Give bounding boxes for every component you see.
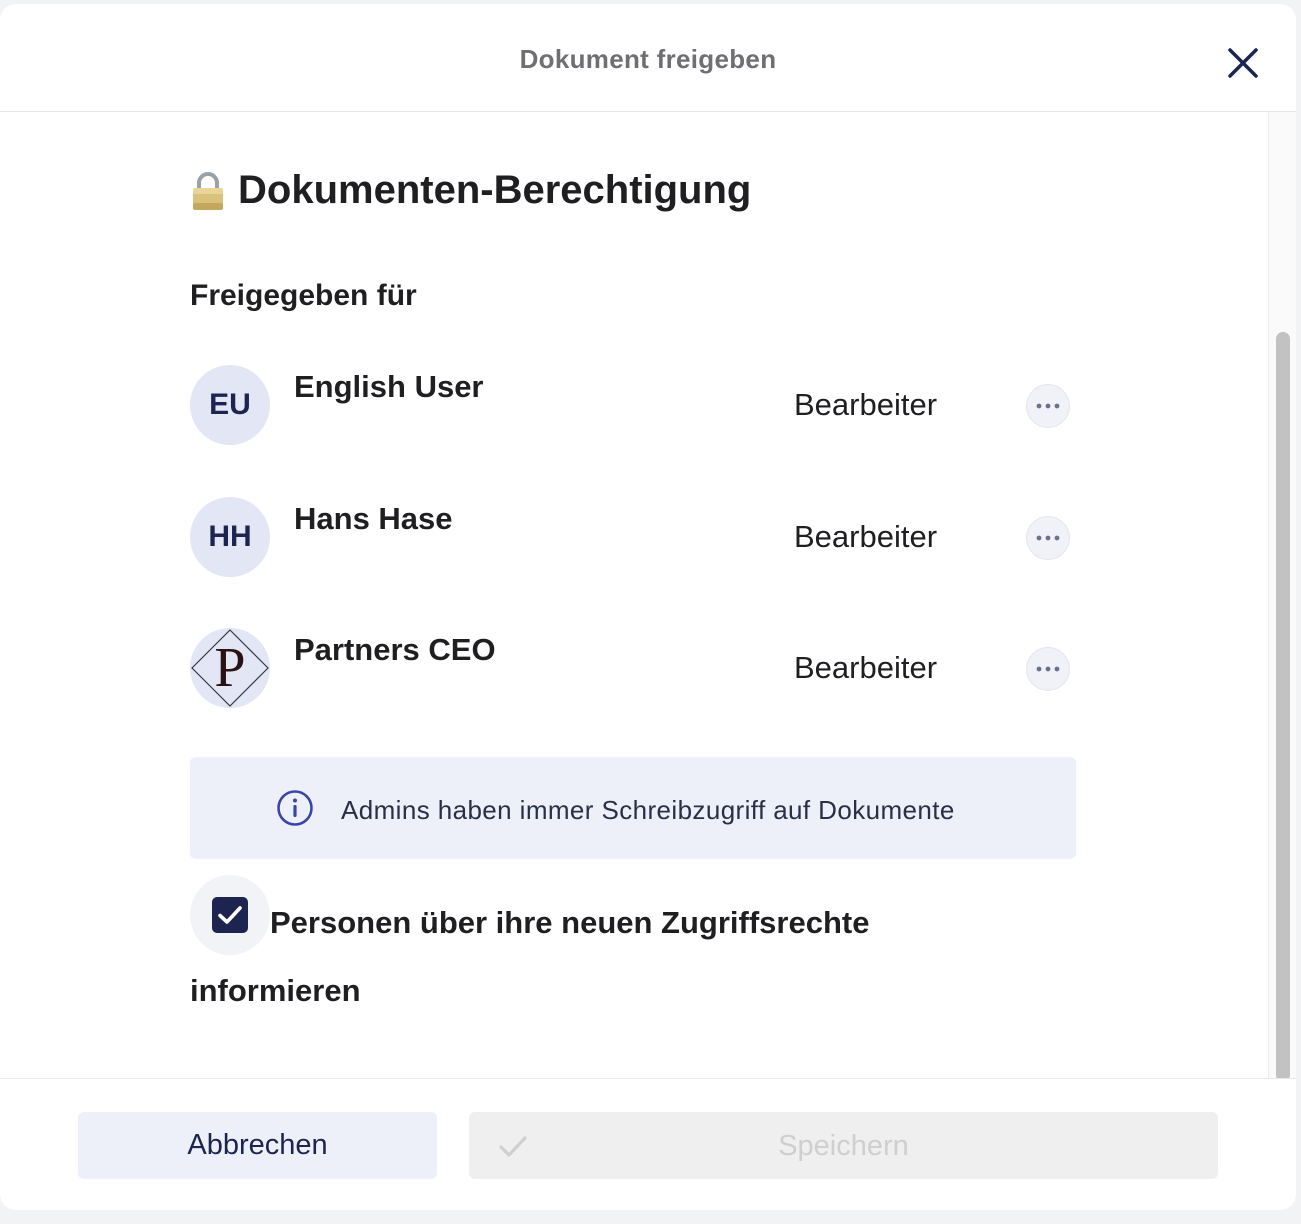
more-options-button[interactable] bbox=[1026, 647, 1070, 691]
shared-with-heading: Freigegeben für bbox=[190, 279, 417, 312]
user-name: Partners CEO bbox=[294, 632, 496, 667]
user-role: Bearbeiter bbox=[794, 650, 938, 685]
save-button-label: Speichern bbox=[778, 1130, 909, 1162]
more-options-button[interactable] bbox=[1026, 384, 1070, 428]
info-text: Admins haben immer Schreibzugriff auf Do… bbox=[341, 795, 955, 825]
save-button[interactable]: Speichern bbox=[469, 1112, 1218, 1179]
user-role: Bearbeiter bbox=[794, 387, 938, 422]
avatar-initials: HH bbox=[208, 520, 252, 553]
section-title-text: Dokumenten-Berechtigung bbox=[238, 168, 752, 212]
dialog-header: Dokument freigeben bbox=[0, 4, 1296, 112]
user-row: EU English User Bearbeiter bbox=[190, 365, 1075, 447]
cancel-button[interactable]: Abbrechen bbox=[78, 1112, 437, 1179]
lock-icon bbox=[193, 171, 223, 210]
user-row: HH Hans Hase Bearbeiter bbox=[190, 497, 1075, 579]
user-row: P Partners CEO Bearbeiter bbox=[190, 628, 1075, 710]
avatar: EU bbox=[190, 365, 270, 445]
user-name: Hans Hase bbox=[294, 501, 453, 536]
user-name: English User bbox=[294, 369, 484, 404]
more-horizontal-icon bbox=[1036, 403, 1060, 409]
avatar-logo-letter: P bbox=[214, 637, 246, 699]
scrollbar-track[interactable] bbox=[1268, 112, 1296, 1082]
avatar-initials: EU bbox=[209, 388, 251, 421]
close-icon bbox=[1228, 48, 1258, 78]
more-options-button[interactable] bbox=[1026, 516, 1070, 560]
share-dialog: Dokument freigeben Dokumenten-Berechtigu… bbox=[0, 4, 1296, 1210]
more-horizontal-icon bbox=[1036, 666, 1060, 672]
avatar: HH bbox=[190, 497, 270, 577]
dialog-title: Dokument freigeben bbox=[519, 44, 777, 74]
dialog-footer: Abbrechen Speichern bbox=[0, 1078, 1296, 1210]
info-icon bbox=[277, 790, 313, 826]
user-role: Bearbeiter bbox=[794, 519, 938, 554]
scrollbar-thumb[interactable] bbox=[1276, 332, 1290, 1082]
section-title: Dokumenten-Berechtigung bbox=[190, 168, 751, 213]
close-button[interactable] bbox=[1222, 42, 1264, 84]
avatar-logo: P bbox=[190, 628, 270, 708]
info-banner: Admins haben immer Schreibzugriff auf Do… bbox=[190, 757, 1076, 859]
notify-checkbox-label[interactable]: Personen über ihre neuen Zugriffsrechte … bbox=[190, 889, 950, 1025]
more-horizontal-icon bbox=[1036, 535, 1060, 541]
